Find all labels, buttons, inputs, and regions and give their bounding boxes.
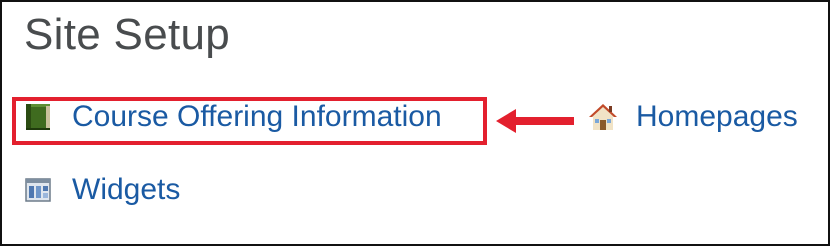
- widgets-icon: [24, 175, 52, 205]
- homepages-label: Homepages: [636, 100, 798, 133]
- course-offering-information-link[interactable]: Course Offering Information: [24, 100, 442, 134]
- house-icon: [588, 102, 617, 132]
- homepages-link[interactable]: Homepages: [588, 100, 798, 134]
- widgets-link[interactable]: Widgets: [24, 173, 180, 207]
- arrow-left-icon: [496, 109, 574, 133]
- book-icon: [24, 102, 52, 132]
- page-title: Site Setup: [24, 10, 231, 59]
- screenshot-frame: Site Setup Course Offering Information H…: [0, 0, 830, 246]
- course-offering-information-label: Course Offering Information: [72, 100, 442, 133]
- widgets-label: Widgets: [72, 173, 181, 206]
